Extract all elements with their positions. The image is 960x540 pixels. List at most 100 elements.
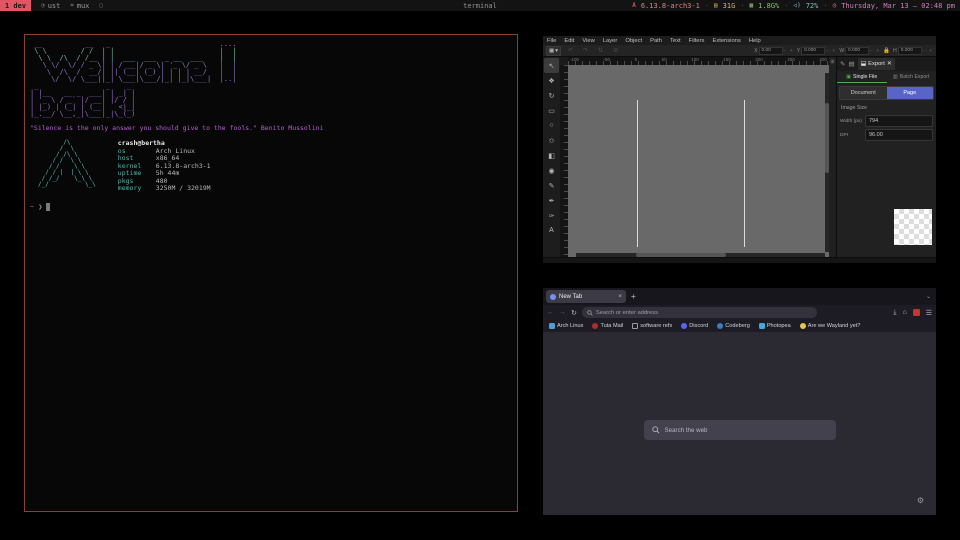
forward-button[interactable]: → bbox=[559, 309, 566, 316]
menu-edit[interactable]: Edit bbox=[564, 38, 574, 44]
bookmark-arch-linux[interactable]: Arch Linux bbox=[549, 323, 583, 329]
flip-icon[interactable]: ⇅ bbox=[598, 47, 603, 54]
w-field[interactable]: W 0.000 − + bbox=[839, 47, 880, 55]
menu-extensions[interactable]: Extensions bbox=[712, 38, 740, 44]
star-tool[interactable]: ✩ bbox=[544, 133, 559, 148]
bookmark-tuta-mail[interactable]: Tuta Mail bbox=[592, 323, 623, 329]
width-input[interactable]: 794 bbox=[865, 115, 933, 127]
shape-builder-tool[interactable]: ↻ bbox=[544, 88, 559, 103]
search-icon bbox=[652, 426, 660, 434]
terminal-window[interactable]: __ __ _ .... \ \ / / | | | | \ \ /\ / /_… bbox=[24, 34, 518, 512]
page-border-right bbox=[744, 100, 745, 247]
export-tab[interactable]: ⬓ Export ✕ bbox=[858, 58, 895, 70]
vertical-ruler[interactable] bbox=[560, 65, 568, 257]
w-spinner[interactable]: − + bbox=[870, 48, 880, 54]
workspace-empty[interactable]: ▢ bbox=[99, 2, 103, 9]
page-scope-button[interactable]: Page bbox=[887, 87, 934, 99]
snap-icon[interactable]: ⊞ bbox=[830, 59, 834, 65]
inkscape-menubar: File Edit View Layer Object Path Text Fi… bbox=[543, 36, 936, 45]
inkscape-canvas[interactable] bbox=[568, 65, 829, 257]
pencil-tool[interactable]: ✎ bbox=[544, 178, 559, 193]
menu-help[interactable]: Help bbox=[749, 38, 761, 44]
pen-tool[interactable]: ✒ bbox=[544, 193, 559, 208]
menu-object[interactable]: Object bbox=[625, 38, 642, 44]
rotate-cw-icon[interactable]: ↷ bbox=[583, 47, 588, 54]
y-input[interactable]: 0.000 bbox=[801, 47, 825, 55]
browser-window[interactable]: New Tab × + ⌄ ← → ↻ Search or enter addr… bbox=[543, 288, 936, 515]
ellipse-tool[interactable]: ○ bbox=[544, 118, 559, 133]
menu-filters[interactable]: Filters bbox=[689, 38, 705, 44]
selection-mode-dropdown[interactable]: ▦ ▾ bbox=[546, 46, 561, 56]
bookmark-discord[interactable]: Discord bbox=[681, 323, 708, 329]
workspace-mux[interactable]: ⌗ mux bbox=[70, 2, 89, 10]
calligraphy-tool[interactable]: ✑ bbox=[544, 208, 559, 223]
menu-button[interactable]: ☰ bbox=[926, 309, 932, 317]
focused-window-title: terminal bbox=[463, 2, 497, 10]
personalize-gear-icon[interactable]: ⚙ bbox=[917, 496, 924, 505]
box3d-tool[interactable]: ◧ bbox=[544, 148, 559, 163]
h-input[interactable]: 0.000 bbox=[898, 47, 922, 55]
pencil-panel-icon[interactable]: ✎ bbox=[840, 60, 845, 68]
width-row: Width (px) 794 bbox=[840, 115, 933, 127]
horizontal-ruler[interactable]: -100-50 050 100150 200250 300 bbox=[568, 57, 829, 65]
menu-view[interactable]: View bbox=[582, 38, 594, 44]
x-input[interactable]: 0.00 bbox=[759, 47, 783, 55]
bookmark-folder-software-refs[interactable]: software refs bbox=[632, 323, 672, 329]
ascii-art-back: _ _ _ | |__ __ _ ___| | _| || '_ \ / _` … bbox=[30, 83, 512, 118]
list-tabs-chevron-icon[interactable]: ⌄ bbox=[926, 293, 931, 300]
selector-tool[interactable]: ↖ bbox=[544, 58, 559, 73]
h-field[interactable]: H 0.000 − + bbox=[893, 47, 933, 55]
bookmark-codeberg[interactable]: Codeberg bbox=[717, 323, 750, 329]
lock-ratio-icon[interactable]: 🔒 bbox=[883, 48, 890, 54]
y-spinner[interactable]: − + bbox=[826, 48, 836, 54]
spiral-tool[interactable]: ◉ bbox=[544, 163, 559, 178]
back-button[interactable]: ← bbox=[547, 309, 554, 316]
bookmark-photopea[interactable]: Photopea bbox=[759, 323, 791, 329]
canvas-horizontal-scrollbar[interactable] bbox=[576, 253, 825, 257]
rectangle-tool[interactable]: ▭ bbox=[544, 103, 559, 118]
export-tab-close-icon[interactable]: ✕ bbox=[887, 61, 892, 67]
menu-text[interactable]: Text bbox=[670, 38, 681, 44]
shell-prompt[interactable]: ~ ❯ bbox=[30, 203, 512, 211]
active-tab[interactable]: New Tab × bbox=[546, 290, 626, 303]
menu-layer[interactable]: Layer bbox=[603, 38, 618, 44]
newtab-search-box[interactable]: Search the web bbox=[644, 420, 836, 440]
y-field[interactable]: Y 0.000 − + bbox=[797, 47, 837, 55]
ublock-extension-icon[interactable] bbox=[913, 309, 920, 316]
h-spinner[interactable]: − + bbox=[923, 48, 933, 54]
arch-icon: A bbox=[632, 2, 636, 9]
raise-lower-icon[interactable]: ⊘ bbox=[613, 47, 618, 54]
status-bar: 1 dev ◔ ust ⌗ mux ▢ terminal A 6.13.8-ar… bbox=[0, 0, 960, 11]
batch-export-subtab[interactable]: ▥ Batch Export bbox=[887, 71, 937, 83]
single-file-subtab[interactable]: ▣ Single File bbox=[837, 71, 887, 83]
x-field[interactable]: X 0.00 − + bbox=[754, 47, 794, 55]
bookmark-are-we-wayland-yet[interactable]: Are we Wayland yet? bbox=[800, 323, 861, 329]
canvas-vertical-scrollbar[interactable] bbox=[825, 73, 829, 252]
text-tool[interactable]: A bbox=[544, 223, 559, 238]
x-spinner[interactable]: − + bbox=[784, 48, 794, 54]
downloads-button[interactable]: ⤓ bbox=[893, 309, 896, 317]
tab-close-icon[interactable]: × bbox=[618, 293, 622, 300]
rotate-ccw-icon[interactable]: ↶ bbox=[568, 47, 573, 54]
document-scope-button[interactable]: Document bbox=[840, 87, 887, 99]
workspace-ust[interactable]: ◔ ust bbox=[41, 2, 60, 10]
ram-icon: ▦ bbox=[750, 2, 754, 9]
node-editor-tool[interactable]: ❖ bbox=[544, 73, 559, 88]
dpi-input[interactable]: 96.00 bbox=[865, 129, 933, 141]
search-icon bbox=[587, 310, 593, 316]
fetch-info: crash@bertha osArch Linux hostx86_64 ker… bbox=[118, 140, 211, 193]
volume-icon[interactable]: ◁) bbox=[793, 2, 800, 9]
w-input[interactable]: 0.000 bbox=[845, 47, 869, 55]
menu-path[interactable]: Path bbox=[650, 38, 662, 44]
url-bar[interactable]: Search or enter address bbox=[582, 307, 817, 318]
home-button[interactable]: ⌂ bbox=[902, 309, 906, 316]
inkscape-window[interactable]: File Edit View Layer Object Path Text Fi… bbox=[543, 36, 936, 263]
tool-options-bar: ▦ ▾ ↶ ↷ ⇅ ⊘ X 0.00 − + Y 0.000 − + W 0.0… bbox=[543, 45, 936, 57]
workspace-active[interactable]: 1 dev bbox=[0, 0, 31, 11]
new-tab-button[interactable]: + bbox=[631, 292, 636, 301]
menu-file[interactable]: File bbox=[547, 38, 556, 44]
layers-panel-icon[interactable]: ▤ bbox=[848, 60, 854, 68]
grid-icon: ▦ bbox=[549, 48, 554, 54]
reload-button[interactable]: ↻ bbox=[571, 309, 577, 317]
workspace-mux-label: mux bbox=[77, 2, 90, 10]
